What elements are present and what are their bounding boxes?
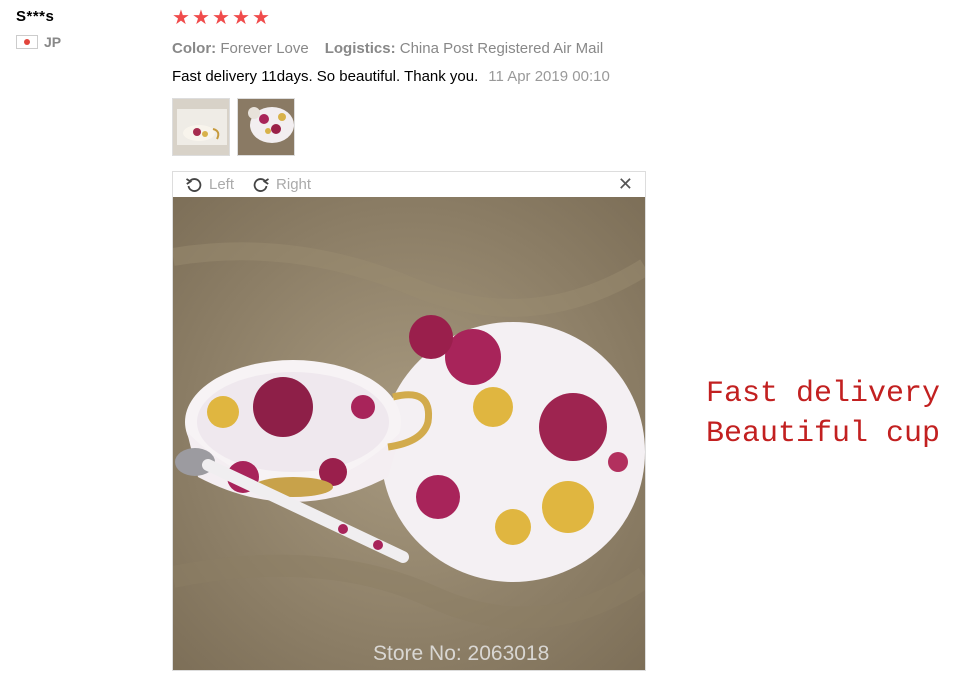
logistics-detail: Logistics: China Post Registered Air Mai… [325,40,603,57]
japan-flag-icon [16,35,38,49]
review-text: Fast delivery 11days. So beautiful. Than… [172,68,479,85]
thumbnail-2[interactable] [237,98,295,156]
side-note-line-2: Beautiful cup √ [706,417,955,451]
thumbnail-1[interactable] [172,98,230,156]
photo-thumbnails [172,98,772,156]
country-code: JP [44,34,62,50]
image-viewer: Left Right ✕ Store No: 2063018 [172,171,646,671]
rotate-left-icon[interactable] [185,176,203,194]
star-icon: ★ [212,7,230,29]
viewer-toolbar: Left Right ✕ [173,172,645,197]
reviewer-country: JP [16,34,156,50]
close-icon[interactable]: ✕ [618,174,633,195]
review-content: ★ ★ ★ ★ ★ Color: Forever Love Logistics:… [172,6,772,156]
star-icon: ★ [172,7,190,29]
order-details: Color: Forever Love Logistics: China Pos… [172,40,772,57]
rotate-left-button[interactable]: Left [209,176,234,193]
star-rating: ★ ★ ★ ★ ★ [172,6,772,30]
review-date: 11 Apr 2019 00:10 [488,68,610,85]
color-label: Color: [172,40,217,57]
star-icon: ★ [252,7,270,29]
reviewer-info: S***s JP [16,8,156,50]
review-line: Fast delivery 11days. So beautiful. Than… [172,68,772,85]
side-annotation: Fast delivery √ Beautiful cup √ [706,374,955,454]
reviewer-name: S***s [16,8,55,25]
rotate-right-icon[interactable] [252,176,270,194]
store-watermark: Store No: 2063018 [373,642,550,665]
logistics-label: Logistics: [324,40,396,57]
side-note-line-1: Fast delivery √ [706,377,955,411]
star-icon: ★ [192,7,210,29]
review-photo [173,197,645,670]
color-detail: Color: Forever Love [172,40,309,57]
logistics-value: China Post Registered Air Mail [399,40,604,57]
color-value: Forever Love [220,40,309,57]
rotate-right-button[interactable]: Right [276,176,311,193]
star-icon: ★ [232,7,250,29]
